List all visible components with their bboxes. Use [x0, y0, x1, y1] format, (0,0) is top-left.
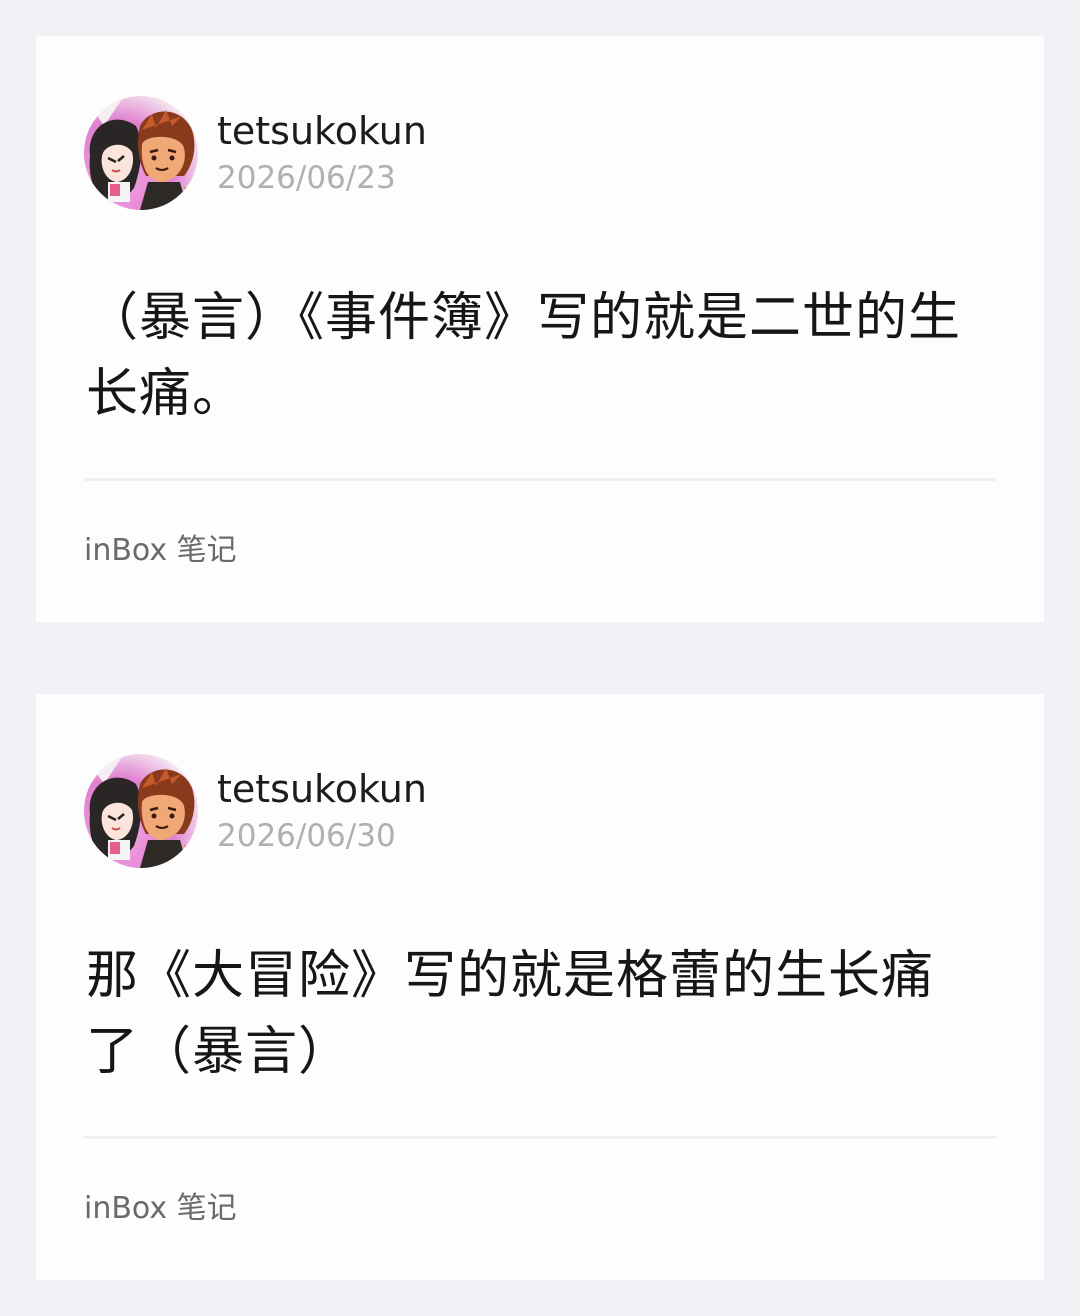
note-card[interactable]: tetsukokun 2026/06/30 那《大冒险》写的就是格蕾的生长痛了（… [36, 694, 1044, 1280]
anime-duo-avatar-icon [84, 754, 198, 868]
post-source: inBox 笔记 [84, 1191, 237, 1226]
divider [84, 1136, 996, 1139]
post-date: 2026/06/23 [217, 160, 396, 196]
post-meta: tetsukokun 2026/06/23 [217, 108, 427, 198]
user-avatar[interactable] [84, 96, 198, 210]
post-source: inBox 笔记 [84, 533, 237, 568]
post-meta: tetsukokun 2026/06/30 [217, 766, 427, 856]
note-feed: tetsukokun 2026/06/23 （暴言）《事件簿》写的就是二世的生长… [0, 0, 1080, 1316]
divider [84, 478, 996, 481]
user-avatar[interactable] [84, 754, 198, 868]
post-body: （暴言）《事件簿》写的就是二世的生长痛。 [86, 288, 962, 424]
username[interactable]: tetsukokun [217, 766, 427, 812]
username[interactable]: tetsukokun [217, 108, 427, 154]
post-body: 那《大冒险》写的就是格蕾的生长痛了（暴言） [86, 946, 935, 1082]
note-card[interactable]: tetsukokun 2026/06/23 （暴言）《事件簿》写的就是二世的生长… [36, 36, 1044, 622]
anime-duo-avatar-icon [84, 96, 198, 210]
post-header: tetsukokun 2026/06/23 [84, 96, 427, 210]
post-header: tetsukokun 2026/06/30 [84, 754, 427, 868]
post-date: 2026/06/30 [217, 818, 396, 854]
